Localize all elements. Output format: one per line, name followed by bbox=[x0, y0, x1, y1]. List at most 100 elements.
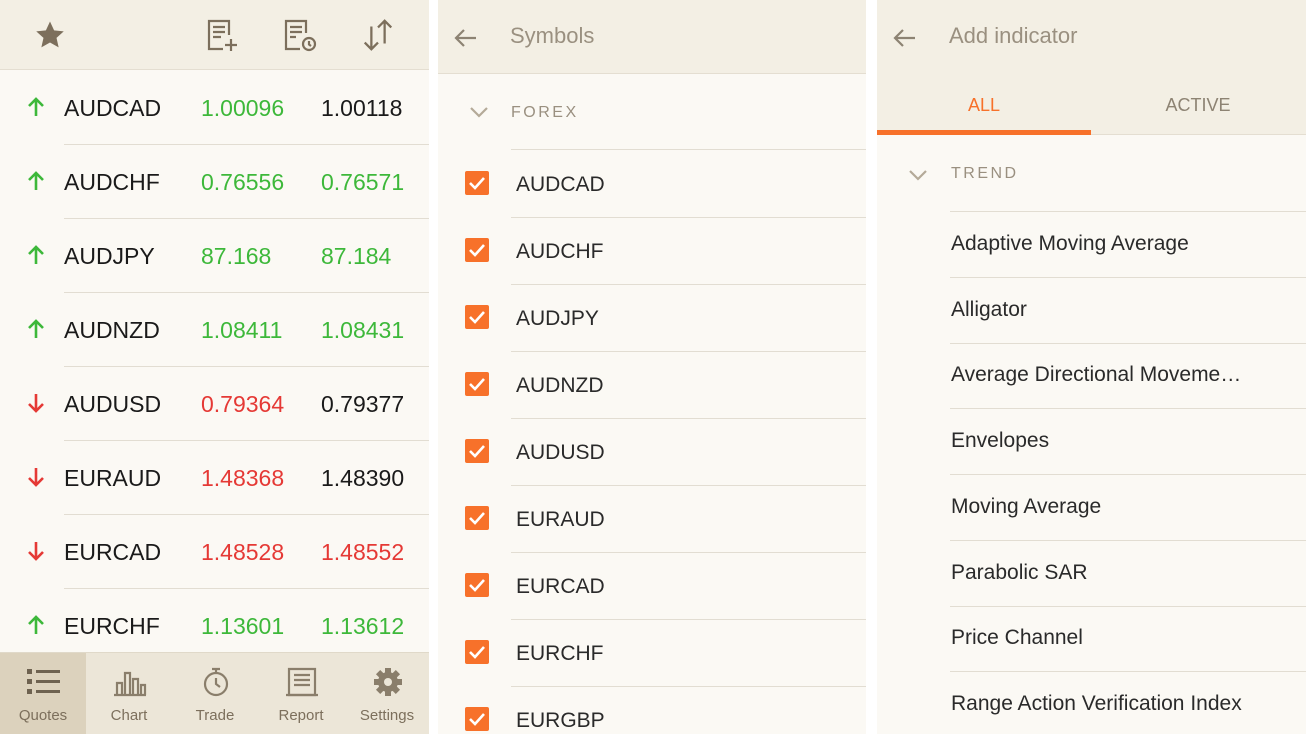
checkmark-icon bbox=[469, 244, 485, 257]
back-arrow-icon[interactable] bbox=[889, 22, 921, 54]
bid-price: 87.168 bbox=[201, 243, 272, 269]
indicator-item[interactable]: Parabolic SAR bbox=[877, 541, 1306, 607]
indicator-name: Moving Average bbox=[951, 494, 1102, 518]
section-forex[interactable]: FOREX bbox=[438, 74, 866, 150]
indicator-item[interactable]: Envelopes bbox=[877, 409, 1306, 476]
symbol-row[interactable]: EURGBP bbox=[438, 687, 866, 734]
symbol-row[interactable]: AUDCHF bbox=[438, 218, 866, 285]
chevron-down-icon bbox=[470, 107, 488, 118]
sort-icon[interactable] bbox=[360, 17, 396, 53]
symbol-row[interactable]: EURCHF bbox=[438, 620, 866, 687]
symbol-checkbox[interactable] bbox=[465, 707, 489, 731]
bid-price: 1.48528 bbox=[201, 539, 285, 565]
nav-report[interactable]: Report bbox=[258, 653, 344, 734]
nav-quotes[interactable]: Quotes bbox=[0, 653, 86, 734]
indicator-name: Envelopes bbox=[951, 429, 1050, 453]
symbol-checkbox[interactable] bbox=[465, 305, 489, 329]
quote-row[interactable]: AUDNZD 1.08411 1.08431 bbox=[0, 293, 429, 367]
checkmark-icon bbox=[469, 445, 485, 458]
arrow-up-icon bbox=[28, 615, 44, 634]
quotes-panel: AUDCAD 1.00096 1.00118 AUDCHF 0.76556 0.76571… bbox=[0, 0, 429, 734]
checkmark-icon bbox=[469, 713, 485, 726]
checkmark-icon bbox=[469, 177, 485, 190]
symbol-name: AUDNZD bbox=[516, 374, 604, 397]
tab-active[interactable]: ACTIVE bbox=[1091, 74, 1305, 135]
symbol-checkbox[interactable] bbox=[465, 506, 489, 530]
arrow-down-icon bbox=[28, 394, 44, 413]
bid-price: 1.48368 bbox=[201, 465, 285, 491]
page-title: Symbols bbox=[510, 23, 595, 48]
quote-row[interactable]: AUDCAD 1.00096 1.00118 bbox=[0, 71, 429, 145]
symbol-name: AUDCAD bbox=[64, 95, 162, 121]
symbol-checkbox[interactable] bbox=[465, 238, 489, 262]
nav-quotes-label: Quotes bbox=[18, 707, 68, 724]
gear-icon bbox=[374, 668, 402, 696]
stopwatch-icon bbox=[203, 667, 229, 697]
checkmark-icon bbox=[469, 378, 485, 391]
panel-divider bbox=[866, 0, 877, 734]
add-list-icon[interactable] bbox=[203, 17, 239, 53]
nav-trade[interactable]: Trade bbox=[172, 653, 258, 734]
arrow-up-icon bbox=[28, 97, 44, 116]
symbol-checkbox[interactable] bbox=[465, 372, 489, 396]
bid-price: 1.08411 bbox=[201, 317, 283, 343]
indicator-item[interactable]: Moving Average bbox=[877, 475, 1306, 541]
symbol-name: EURGBP bbox=[516, 709, 605, 732]
indicator-item[interactable]: Range Action Verification Index bbox=[877, 672, 1306, 734]
symbol-checkbox[interactable] bbox=[465, 640, 489, 664]
symbol-row[interactable]: AUDNZD bbox=[438, 352, 866, 419]
indicator-name: Parabolic SAR bbox=[951, 560, 1088, 584]
symbol-checkbox[interactable] bbox=[465, 439, 489, 463]
indicator-item[interactable]: Alligator bbox=[877, 278, 1306, 344]
indicator-item[interactable]: Price Channel bbox=[877, 606, 1306, 673]
quote-row[interactable]: EURAUD 1.48368 1.48390 bbox=[0, 441, 429, 515]
arrow-up-icon bbox=[28, 171, 44, 190]
indicator-item[interactable]: Adaptive Moving Average bbox=[877, 212, 1306, 278]
symbol-name: AUDUSD bbox=[516, 441, 605, 464]
checkmark-icon bbox=[469, 311, 485, 324]
indicator-name: Alligator bbox=[951, 297, 1027, 321]
nav-chart-label: Chart bbox=[110, 707, 148, 724]
symbol-name: AUDUSD bbox=[64, 391, 162, 417]
section-label: TREND bbox=[951, 165, 1019, 182]
quote-row[interactable]: EURCAD 1.48528 1.48552 bbox=[0, 515, 429, 589]
nav-chart[interactable]: Chart bbox=[86, 653, 172, 734]
ask-price: 87.184 bbox=[321, 243, 392, 269]
indicator-name: Price Channel bbox=[951, 626, 1083, 650]
divider bbox=[511, 149, 866, 150]
symbol-name: AUDCHF bbox=[516, 240, 604, 263]
arrow-down-icon bbox=[28, 542, 44, 561]
symbol-row[interactable]: AUDJPY bbox=[438, 285, 866, 352]
nav-settings[interactable]: Settings bbox=[344, 653, 429, 734]
back-arrow-icon[interactable] bbox=[450, 22, 482, 54]
symbol-row[interactable]: EURAUD bbox=[438, 486, 866, 553]
symbols-topbar: Symbols bbox=[438, 0, 866, 74]
symbol-row[interactable]: EURCAD bbox=[438, 553, 866, 620]
symbol-name: AUDJPY bbox=[516, 307, 599, 330]
star-icon[interactable] bbox=[32, 17, 68, 53]
bid-price: 0.76556 bbox=[201, 169, 285, 195]
tab-all[interactable]: ALL bbox=[877, 74, 1091, 135]
quote-row[interactable]: AUDJPY 87.168 87.184 bbox=[0, 219, 429, 293]
indicator-item[interactable]: Average Directional Moveme… bbox=[877, 343, 1306, 410]
bar-chart-icon bbox=[114, 671, 147, 697]
page-title: Add indicator bbox=[949, 23, 1078, 48]
list-history-icon[interactable] bbox=[282, 17, 318, 53]
bottom-navigation: Quotes Chart Trade Report Settings bbox=[0, 652, 429, 734]
indicator-tabs: ALL ACTIVE bbox=[877, 74, 1306, 135]
ask-price: 1.48552 bbox=[321, 539, 405, 565]
quotes-toolbar bbox=[0, 0, 429, 70]
nav-settings-label: Settings bbox=[359, 707, 415, 724]
ask-price: 1.48390 bbox=[321, 465, 405, 491]
checkmark-icon bbox=[469, 646, 485, 659]
quote-row[interactable]: AUDUSD 0.79364 0.79377 bbox=[0, 367, 429, 441]
symbol-checkbox[interactable] bbox=[465, 573, 489, 597]
arrow-up-icon bbox=[28, 245, 44, 264]
symbol-name: EURAUD bbox=[64, 465, 162, 491]
quote-row[interactable]: AUDCHF 0.76556 0.76571 bbox=[0, 145, 429, 219]
symbol-name: AUDJPY bbox=[64, 243, 155, 269]
section-trend[interactable]: TREND bbox=[877, 135, 1306, 212]
symbol-row[interactable]: AUDUSD bbox=[438, 419, 866, 486]
symbol-row[interactable]: AUDCAD bbox=[438, 151, 866, 218]
symbol-checkbox[interactable] bbox=[465, 171, 489, 195]
